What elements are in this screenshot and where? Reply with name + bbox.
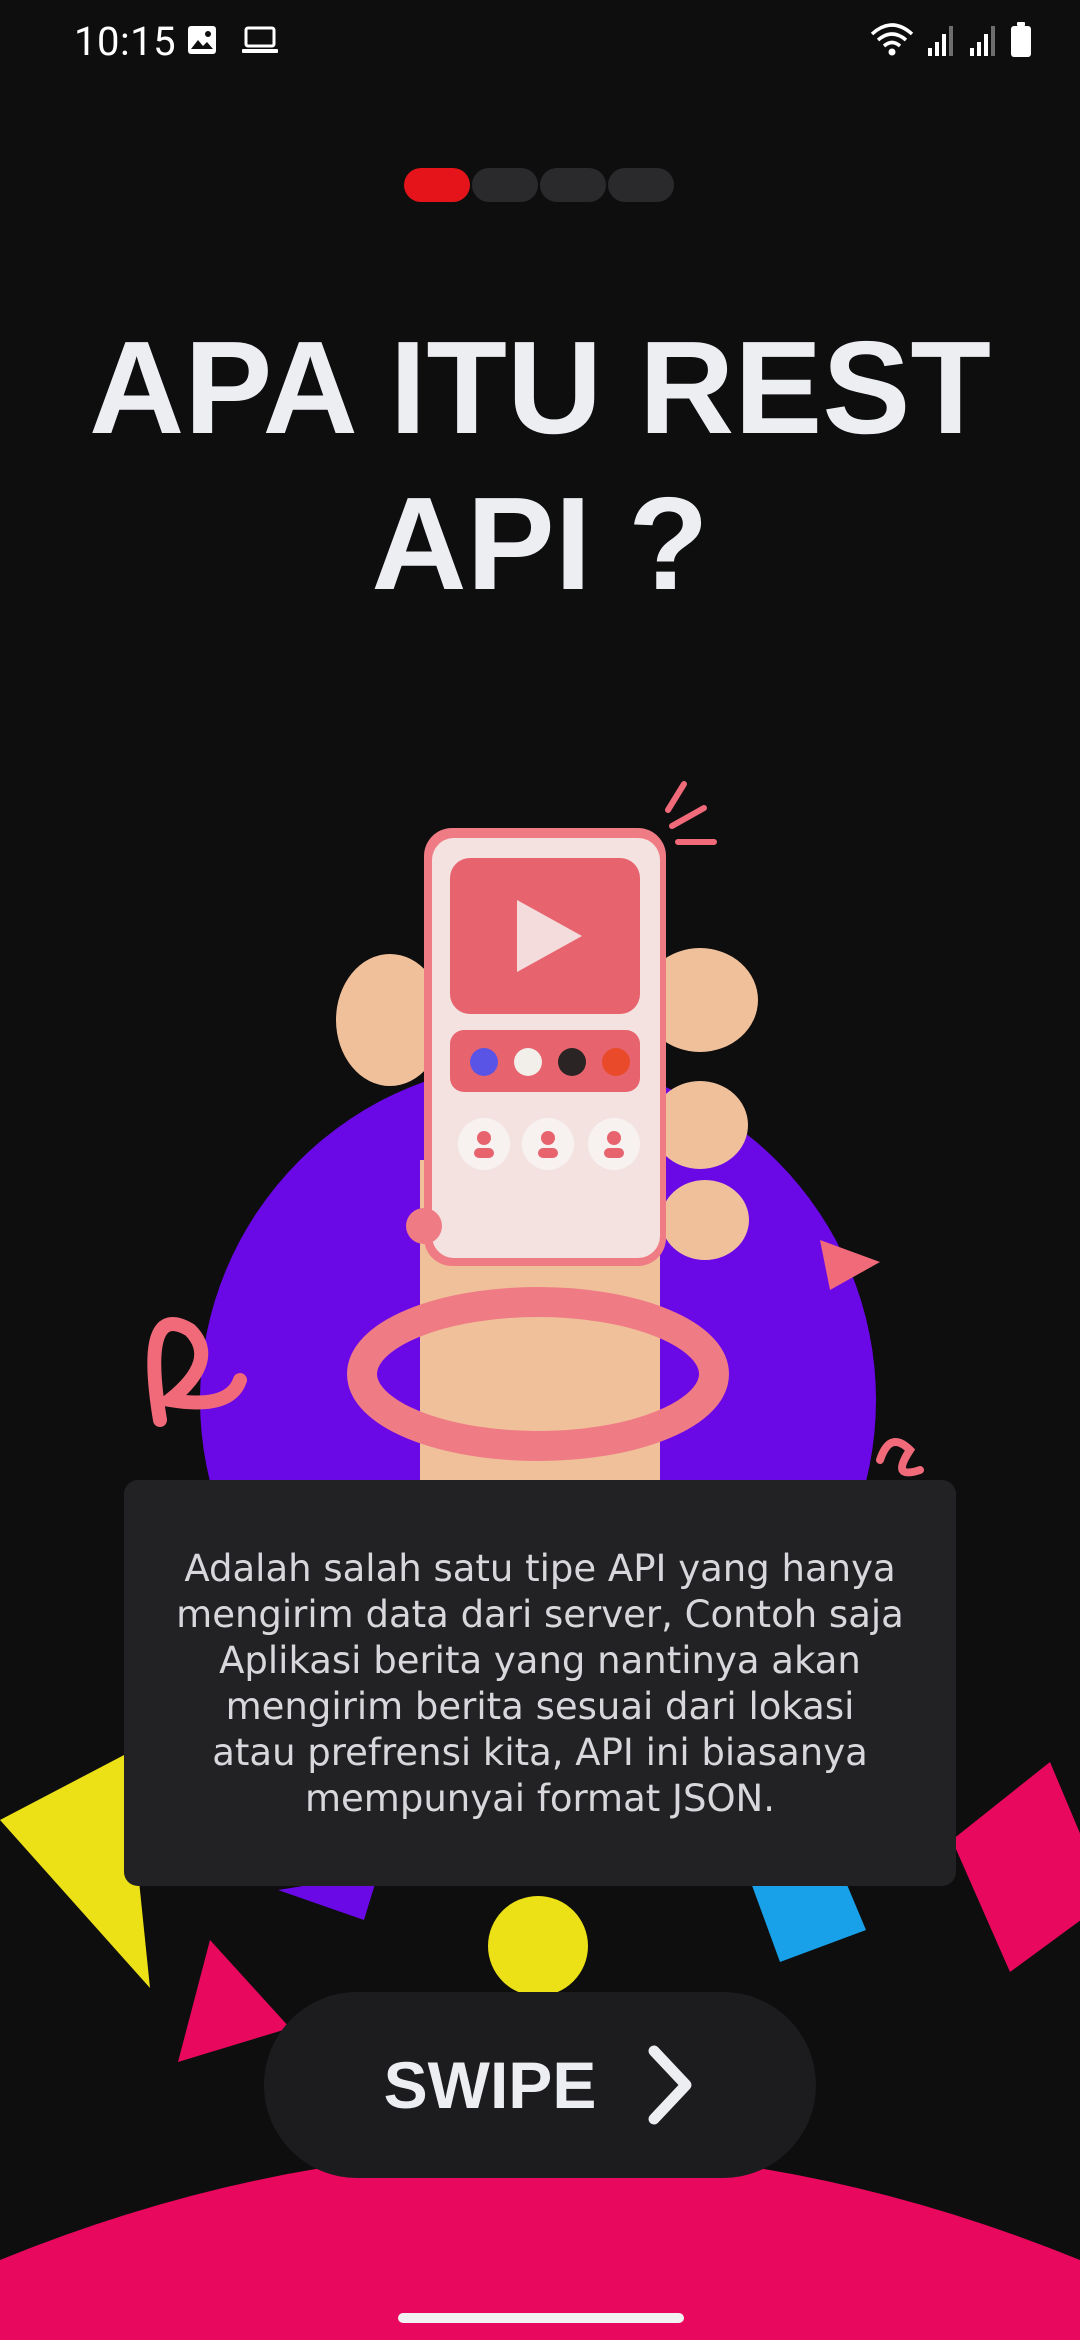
page-indicator-dot [472, 168, 538, 202]
swipe-label: SWIPE [383, 2048, 597, 2122]
page-indicator [404, 168, 674, 202]
swipe-button[interactable]: SWIPE [264, 1992, 816, 2178]
description-text: Adalah salah satu tipe API yang hanya me… [164, 1546, 916, 1822]
status-bar: 10:15 [0, 0, 1080, 84]
description-line: Adalah salah satu tipe API yang hanya [184, 1547, 896, 1590]
image-icon [188, 26, 216, 54]
signal-icon [970, 26, 995, 56]
description-line: Aplikasi berita yang nantinya akan [219, 1639, 861, 1682]
description-card: Adalah salah satu tipe API yang hanya me… [124, 1480, 956, 1886]
phone-in-hand-illustration [147, 781, 924, 1520]
description-line: atau prefrensi kita, API ini biasanya [212, 1731, 868, 1774]
page-indicator-dot [608, 168, 674, 202]
description-line: mempunyai format JSON. [304, 1777, 775, 1820]
wifi-icon [870, 23, 914, 56]
description-line: mengirim berita sesuai dari lokasi [225, 1685, 855, 1728]
status-time: 10:15 [74, 18, 177, 65]
page-indicator-dot-active [404, 168, 470, 202]
page-title: APA ITU REST API ? [0, 310, 1080, 622]
signal-icon [928, 26, 953, 56]
battery-icon [1011, 22, 1031, 57]
description-line: mengirim data dari server, Contoh saja [176, 1593, 904, 1636]
page-title-line2: API ? [371, 470, 709, 617]
page-title-line1: APA ITU REST [88, 314, 992, 461]
chevron-right-icon [648, 2045, 692, 2125]
laptop-icon [242, 26, 278, 53]
gesture-nav-handle[interactable] [398, 2313, 684, 2323]
page-indicator-dot [540, 168, 606, 202]
